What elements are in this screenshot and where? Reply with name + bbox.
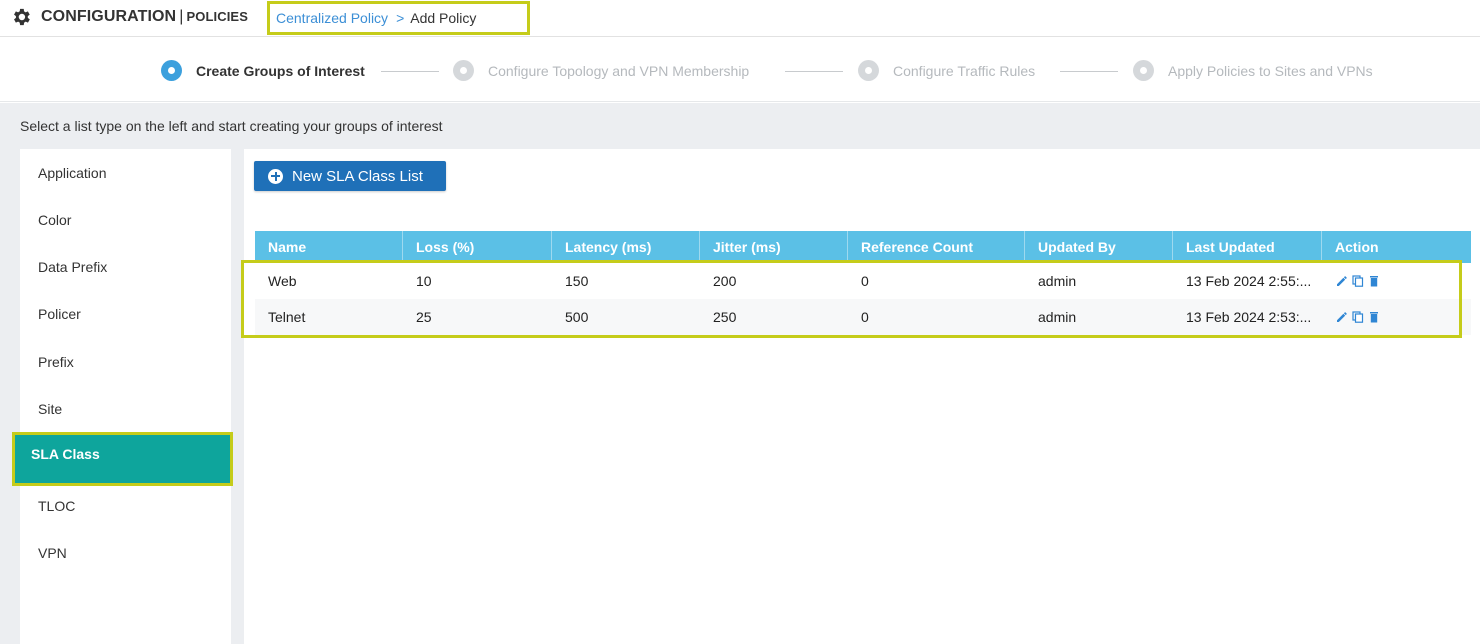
- sidebar-item-color[interactable]: Color: [20, 198, 231, 242]
- new-sla-class-list-button[interactable]: New SLA Class List: [254, 161, 446, 191]
- step-label: Apply Policies to Sites and VPNs: [1168, 62, 1373, 79]
- step-indicator-icon: [453, 60, 474, 81]
- plus-circle-icon: [268, 168, 283, 184]
- policy-wizard-stepper: Create Groups of Interest Configure Topo…: [0, 37, 1480, 102]
- sidebar-item-vpn[interactable]: VPN: [20, 531, 231, 575]
- step-indicator-icon: [161, 60, 182, 81]
- step-configure-topology[interactable]: Configure Topology and VPN Membership: [453, 60, 749, 81]
- breadcrumb: Centralized Policy > Add Policy: [267, 1, 530, 35]
- breadcrumb-current: Add Policy: [410, 10, 477, 26]
- table-body: Web 10 150 200 0 admin 13 Feb 2024 2:55:…: [241, 260, 1471, 338]
- step-connector: [381, 71, 439, 72]
- content-area: Select a list type on the left and start…: [0, 103, 1480, 644]
- gear-icon: [14, 8, 30, 26]
- step-create-groups[interactable]: Create Groups of Interest: [161, 60, 365, 81]
- column-header-latency[interactable]: Latency (ms): [552, 231, 700, 263]
- table-header: Name Loss (%) Latency (ms) Jitter (ms) R…: [255, 231, 1471, 263]
- page-header: CONFIGURATION | POLICIES Centralized Polic…: [0, 0, 1480, 37]
- sidebar-item-prefix[interactable]: Prefix: [20, 340, 231, 384]
- title-separator: |: [179, 8, 184, 25]
- step-label: Configure Traffic Rules: [893, 62, 1036, 79]
- step-indicator-icon: [1133, 60, 1154, 81]
- breadcrumb-arrow: >: [396, 10, 405, 26]
- step-label: Configure Topology and VPN Membership: [488, 62, 750, 79]
- column-header-name[interactable]: Name: [255, 231, 403, 263]
- sidebar-item-site[interactable]: Site: [20, 387, 231, 431]
- rows-highlight-box: [241, 260, 1462, 338]
- sla-class-panel: New SLA Class List Name Loss (%) Latency…: [241, 149, 1480, 644]
- sidebar-item-application[interactable]: Application: [20, 151, 231, 195]
- step-connector: [785, 71, 843, 72]
- breadcrumb-link-centralized-policy[interactable]: Centralized Policy: [276, 10, 388, 26]
- sla-class-table: Name Loss (%) Latency (ms) Jitter (ms) R…: [241, 231, 1471, 338]
- column-header-loss[interactable]: Loss (%): [403, 231, 552, 263]
- new-sla-class-list-label: New SLA Class List: [292, 167, 423, 185]
- step-label: Create Groups of Interest: [196, 62, 365, 79]
- list-type-sidebar: Application Color Data Prefix Policer Pr…: [12, 149, 233, 644]
- sidebar-item-tloc[interactable]: TLOC: [20, 484, 231, 528]
- sidebar-item-policer[interactable]: Policer: [20, 292, 231, 336]
- sidebar-item-data-prefix[interactable]: Data Prefix: [20, 245, 231, 289]
- column-header-jitter[interactable]: Jitter (ms): [700, 231, 848, 263]
- step-configure-traffic-rules[interactable]: Configure Traffic Rules: [858, 60, 1035, 81]
- page-title-main: CONFIGURATION: [41, 8, 177, 25]
- column-header-reference-count[interactable]: Reference Count: [848, 231, 1025, 263]
- column-header-action: Action: [1335, 239, 1379, 255]
- step-indicator-icon: [858, 60, 879, 81]
- column-header-updated-by[interactable]: Updated By: [1025, 231, 1173, 263]
- page-title: CONFIGURATION | POLICIES: [41, 8, 248, 26]
- column-header-last-updated[interactable]: Last Updated: [1173, 231, 1322, 263]
- sidebar-item-sla-class[interactable]: SLA Class: [12, 432, 233, 486]
- step-connector: [1060, 71, 1118, 72]
- step-apply-policies[interactable]: Apply Policies to Sites and VPNs: [1133, 60, 1373, 81]
- page-title-sub: POLICIES: [186, 9, 248, 24]
- instruction-text: Select a list type on the left and start…: [20, 118, 443, 134]
